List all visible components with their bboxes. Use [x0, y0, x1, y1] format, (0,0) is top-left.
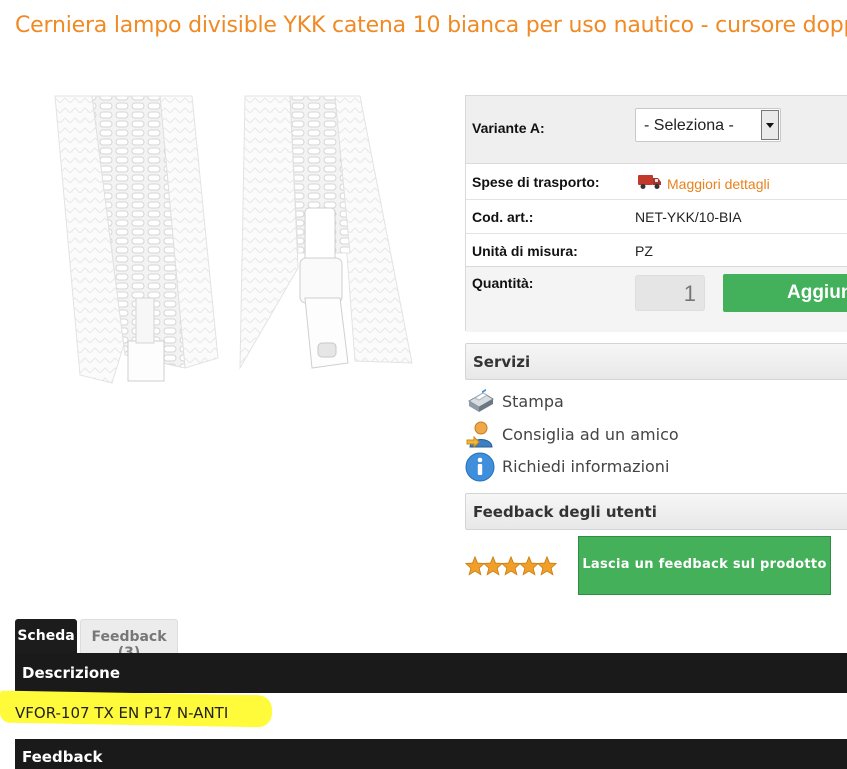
user-feedback-header: Feedback degli utenti	[465, 493, 847, 530]
variant-select[interactable]: - Seleziona -	[635, 108, 781, 142]
chevron-down-icon[interactable]	[761, 110, 779, 140]
info-icon	[465, 452, 495, 482]
product-info-table: Variante A: - Seleziona - Spese di trasp…	[465, 95, 847, 332]
service-recommend-friend[interactable]: Consiglia ad un amico	[465, 420, 765, 450]
variant-row: Variante A: - Seleziona -	[466, 96, 847, 164]
unit-row: Unità di misura: PZ	[466, 234, 847, 267]
tab-feedback[interactable]: Feedback (3)	[80, 619, 178, 661]
shipping-row: Spese di trasporto: Maggiori dettagli	[466, 164, 847, 200]
star-icon	[537, 556, 557, 576]
service-request-info[interactable]: Richiedi informazioni	[465, 452, 765, 482]
unit-value: PZ	[635, 243, 653, 259]
service-print-label: Stampa	[502, 392, 564, 411]
service-info-label: Richiedi informazioni	[502, 457, 670, 476]
variant-select-value: - Seleziona -	[644, 117, 734, 134]
product-image[interactable]	[50, 93, 420, 393]
service-recommend-label: Consiglia ad un amico	[502, 425, 679, 444]
services-header: Servizi	[465, 343, 847, 380]
code-value: NET-YKK/10-BIA	[635, 209, 742, 225]
star-icon	[483, 556, 503, 576]
star-icon	[465, 556, 485, 576]
code-label: Cod. art.:	[472, 209, 534, 225]
service-print[interactable]: Stampa	[465, 387, 765, 417]
quantity-row: Quantità: 1 Aggiungi	[466, 267, 847, 332]
shipping-details-link[interactable]: Maggiori dettagli	[667, 176, 770, 192]
shipping-label: Spese di trasporto:	[472, 174, 600, 190]
quantity-label: Quantità:	[472, 275, 534, 291]
tab-scheda[interactable]: Scheda	[15, 619, 77, 653]
variant-label: Variante A:	[472, 120, 545, 136]
code-row: Cod. art.: NET-YKK/10-BIA	[466, 200, 847, 234]
user-share-icon	[466, 421, 493, 449]
unit-label: Unità di misura:	[472, 243, 578, 259]
feedback-section-header: Feedback	[15, 739, 847, 769]
star-icon	[501, 556, 521, 576]
leave-feedback-button[interactable]: Lascia un feedback sul prodotto	[578, 536, 831, 595]
add-to-cart-button[interactable]: Aggiungi	[723, 274, 847, 312]
printer-icon	[468, 388, 494, 412]
rating-stars	[465, 556, 565, 578]
description-header: Descrizione	[15, 653, 847, 693]
quantity-input[interactable]: 1	[635, 275, 705, 311]
product-title: Cerniera lampo divisible YKK catena 10 b…	[15, 13, 847, 38]
star-icon	[519, 556, 539, 576]
truck-icon	[638, 175, 661, 189]
description-text: VFOR-107 TX EN P17 N-ANTI	[15, 704, 229, 722]
